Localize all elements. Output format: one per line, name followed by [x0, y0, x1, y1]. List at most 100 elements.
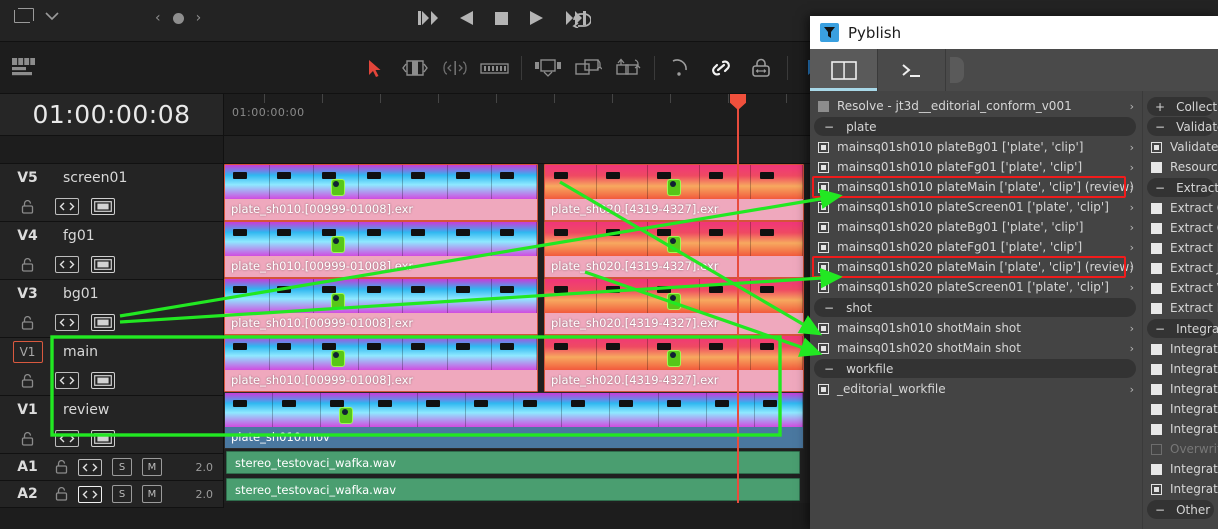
- item-checkbox[interactable]: [1151, 262, 1162, 274]
- lock-icon[interactable]: [21, 315, 34, 330]
- timeline-clip[interactable]: plate_sh010.[00999-01008].exr: [224, 278, 538, 335]
- timeline-clip-area[interactable]: plate_sh010.[00999-01008].exr plate_sh020…: [224, 164, 810, 503]
- plugin-group-toggle[interactable]: +: [1155, 100, 1165, 114]
- plugin-group-header[interactable]: − Extract: [1147, 178, 1218, 197]
- solo-button[interactable]: S: [112, 458, 132, 476]
- timeline-clip[interactable]: plate_sh010.[00999-01008].exr: [224, 164, 538, 221]
- item-checkbox[interactable]: [818, 383, 829, 395]
- plugin-row[interactable]: Extract OT: [1143, 218, 1218, 238]
- timeline-ruler[interactable]: 01:00:00:00: [224, 94, 810, 136]
- lock-icon[interactable]: [55, 460, 68, 474]
- timeline-track-screen01[interactable]: plate_sh010.[00999-01008].exr plate_sh020…: [224, 164, 810, 221]
- instance-row[interactable]: mainsq01sh010 plateMain ['plate', 'clip'…: [810, 176, 1142, 198]
- item-checkbox[interactable]: [1151, 463, 1162, 475]
- track-auto-select-button[interactable]: [55, 314, 79, 331]
- instance-family-header[interactable]: − plate: [814, 117, 1136, 136]
- track-video-enable-button[interactable]: [91, 198, 115, 215]
- track-name-row[interactable]: V5 screen01: [0, 164, 223, 192]
- razor-edit-icon[interactable]: [475, 53, 515, 83]
- family-collapse-toggle[interactable]: −: [824, 362, 834, 376]
- item-checkbox[interactable]: [1151, 222, 1162, 234]
- stop-icon[interactable]: [494, 10, 510, 26]
- plugin-row[interactable]: Integrate P: [1143, 459, 1218, 479]
- plugin-row[interactable]: Integrate P: [1143, 479, 1218, 499]
- timeline-clip[interactable]: plate_sh010.[00999-01008].exr: [224, 335, 538, 392]
- timeline-clip[interactable]: plate_sh020.[4319-4327].exr: [544, 335, 804, 392]
- item-checkbox[interactable]: [818, 261, 829, 273]
- track-controls-row[interactable]: [0, 366, 223, 395]
- track-auto-select-button[interactable]: [55, 198, 79, 215]
- item-checkbox[interactable]: [818, 141, 829, 153]
- plugin-row[interactable]: Extract OT: [1143, 198, 1218, 218]
- expand-arrow-icon[interactable]: ›: [1130, 281, 1134, 294]
- timeline-view-icon[interactable]: [12, 57, 36, 81]
- trim-edit-icon[interactable]: [395, 53, 435, 83]
- expand-arrow-icon[interactable]: ›: [1130, 161, 1134, 174]
- plugin-row[interactable]: Resources: [1143, 157, 1218, 177]
- instance-row[interactable]: mainsq01sh010 plateScreen01 ['plate', 'c…: [810, 197, 1142, 217]
- item-checkbox[interactable]: [818, 342, 829, 354]
- audio-clip[interactable]: stereo_testovaci_wafka.wav: [226, 478, 800, 501]
- selection-tool[interactable]: [355, 53, 395, 83]
- track-video-enable-button[interactable]: [91, 256, 115, 273]
- timeline-clip[interactable]: plate_sh020.[4319-4327].exr: [544, 278, 804, 335]
- family-collapse-toggle[interactable]: −: [824, 301, 834, 315]
- expand-arrow-icon[interactable]: ›: [1130, 141, 1134, 154]
- loop-icon[interactable]: [572, 12, 591, 28]
- plugin-group-header[interactable]: −Validate: [1147, 117, 1218, 136]
- family-collapse-toggle[interactable]: −: [824, 120, 834, 134]
- item-checkbox[interactable]: [1151, 383, 1162, 395]
- track-controls-row[interactable]: [0, 308, 223, 337]
- plugin-row[interactable]: Extract Jpe: [1143, 258, 1218, 278]
- plugin-group-toggle[interactable]: −: [1155, 322, 1165, 336]
- instance-row[interactable]: _editorial_workfile ›: [810, 379, 1142, 399]
- timeline-audio-track[interactable]: stereo_testovaci_wafka.wav: [224, 449, 810, 476]
- plugin-group-toggle[interactable]: −: [1155, 181, 1165, 195]
- track-auto-select-button[interactable]: [78, 458, 102, 476]
- plugin-list[interactable]: +Collect−ValidateValidate ffResources−Ex…: [1143, 91, 1218, 529]
- track-header-fg01[interactable]: V4 fg01: [0, 222, 224, 280]
- instance-row[interactable]: mainsq01sh010 shotMain shot ›: [810, 318, 1142, 338]
- plugin-row[interactable]: Integrate F: [1143, 419, 1218, 439]
- item-checkbox[interactable]: [1151, 202, 1162, 214]
- plugin-group-header[interactable]: + Collect: [1147, 97, 1217, 116]
- item-checkbox[interactable]: [818, 201, 829, 213]
- nav-current-dot[interactable]: [172, 12, 184, 24]
- expand-arrow-icon[interactable]: ›: [1130, 383, 1134, 396]
- plugin-row[interactable]: Integrate T: [1143, 399, 1218, 419]
- timeline-track-fg01[interactable]: plate_sh010.[00999-01008].exr plate_sh020…: [224, 221, 810, 278]
- lock-icon[interactable]: [21, 431, 34, 446]
- lock-icon[interactable]: [21, 373, 34, 388]
- crop-rect-icon[interactable]: [14, 8, 34, 23]
- track-video-enable-button[interactable]: [91, 430, 115, 447]
- expand-arrow-icon[interactable]: ›: [1130, 221, 1134, 234]
- lock-icon[interactable]: [21, 257, 34, 272]
- expand-arrow-icon[interactable]: ›: [1130, 261, 1134, 274]
- timeline-track-review[interactable]: plate_sh010.mov: [224, 392, 810, 449]
- item-checkbox[interactable]: [818, 100, 829, 112]
- item-checkbox[interactable]: [1151, 282, 1162, 294]
- plugin-row[interactable]: Validate ff: [1143, 137, 1218, 157]
- timeline-clip[interactable]: plate_sh020.[4319-4327].exr: [544, 221, 804, 278]
- timeline-clip[interactable]: plate_sh010.[00999-01008].exr: [224, 221, 538, 278]
- mute-button[interactable]: M: [142, 485, 162, 503]
- instance-list[interactable]: Resolve - jt3d__editorial_conform_v001 › −…: [810, 91, 1142, 529]
- instance-family-header[interactable]: − shot: [814, 298, 1136, 317]
- nav-prev-button[interactable]: ‹: [155, 10, 161, 26]
- item-checkbox[interactable]: [1151, 343, 1162, 355]
- item-checkbox[interactable]: [1151, 443, 1162, 455]
- track-name-row[interactable]: V1 review: [0, 396, 223, 424]
- plugin-group-header[interactable]: −Integrate: [1147, 319, 1218, 338]
- expand-arrow-icon[interactable]: ›: [1130, 100, 1134, 113]
- item-checkbox[interactable]: [1151, 483, 1162, 495]
- terminal-tab[interactable]: [878, 49, 946, 91]
- mute-button[interactable]: M: [142, 458, 162, 476]
- track-auto-select-button[interactable]: [55, 372, 79, 389]
- tabbar-handle[interactable]: [950, 57, 964, 83]
- item-checkbox[interactable]: [818, 221, 829, 233]
- plugin-row[interactable]: Integrate A: [1143, 379, 1218, 399]
- timeline-track-main[interactable]: plate_sh010.[00999-01008].exr plate_sh020…: [224, 335, 810, 392]
- plugin-row[interactable]: Integrate H: [1143, 359, 1218, 379]
- item-checkbox[interactable]: [1151, 423, 1162, 435]
- audio-clip[interactable]: stereo_testovaci_wafka.wav: [226, 451, 800, 474]
